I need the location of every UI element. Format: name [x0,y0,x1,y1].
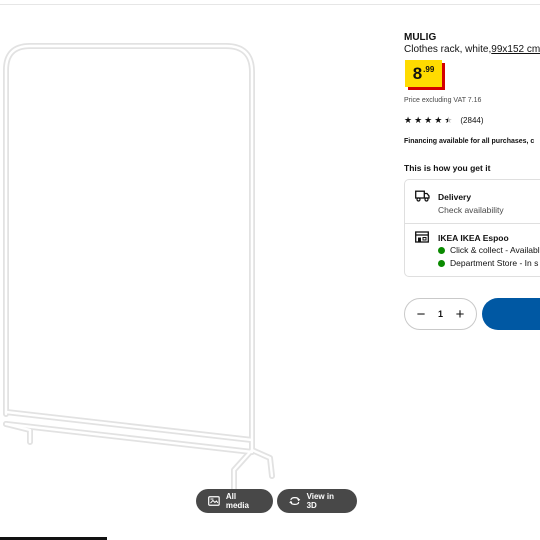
all-media-button[interactable]: All media [196,489,273,513]
clothes-rack-image [3,43,275,509]
image-gallery-icon [208,496,220,506]
half-star-icon: ★★ [444,115,453,125]
delivery-title: Delivery [438,192,472,202]
all-media-label: All media [225,492,249,510]
price-tag: 8 .99 [405,60,442,87]
product-name: MULIG [404,32,437,43]
fulfilment-divider [405,223,540,224]
rotate-3d-icon [289,497,301,505]
store-name: IKEA IKEA Espoo [438,233,509,243]
product-image-area[interactable]: All media View in 3D [0,0,380,540]
price-excluding-vat: Price excluding VAT 7.16 [404,97,482,104]
star-icon: ★ [414,115,423,125]
department-store-text: Department Store - In s [450,258,539,268]
product-description-text: Clothes rack, white, [404,44,492,55]
price-decimal: .99 [423,65,435,74]
fulfilment-heading: This is how you get it [404,163,491,173]
product-description: Clothes rack, white,99x152 cm [404,44,540,55]
star-icon: ★ [424,115,433,125]
view-in-3d-label: View in 3D [306,492,334,510]
financing-notice: Financing available for all purchases, c [404,138,535,145]
add-to-bag-button[interactable] [482,298,540,330]
price-integer: 8 [412,64,423,83]
product-page: All media View in 3D MULIG Clothes rack,… [0,0,540,540]
store-icon [415,231,429,243]
rating-link[interactable]: ★ ★ ★ ★ ★★ (2844) [404,115,484,126]
click-collect-text: Click & collect - Availabl [450,245,540,255]
in-stock-dot-icon [438,259,445,267]
product-info-panel: MULIG Clothes rack, white,99x152 cm 8 .9… [404,0,540,540]
department-store-status: Department Store - In s [438,258,538,268]
truck-icon [415,190,430,202]
delivery-check-availability[interactable]: Check availability [438,205,504,215]
click-collect-status: Click & collect - Availabl [438,245,540,255]
quantity-value[interactable]: 1 [438,309,443,319]
star-icon: ★ [434,115,443,125]
in-stock-dot-icon [438,246,445,254]
minus-icon[interactable]: − [415,307,427,322]
view-in-3d-button[interactable]: View in 3D [277,489,357,513]
product-dimensions-link[interactable]: 99x152 cm [491,44,540,55]
fulfilment-options: Delivery Check availability IKEA IKEA Es… [404,179,540,277]
plus-icon[interactable]: + [454,307,466,322]
star-icon: ★ [404,115,413,125]
quantity-stepper: − 1 + [404,298,477,330]
reviews-count: (2844) [460,116,484,125]
